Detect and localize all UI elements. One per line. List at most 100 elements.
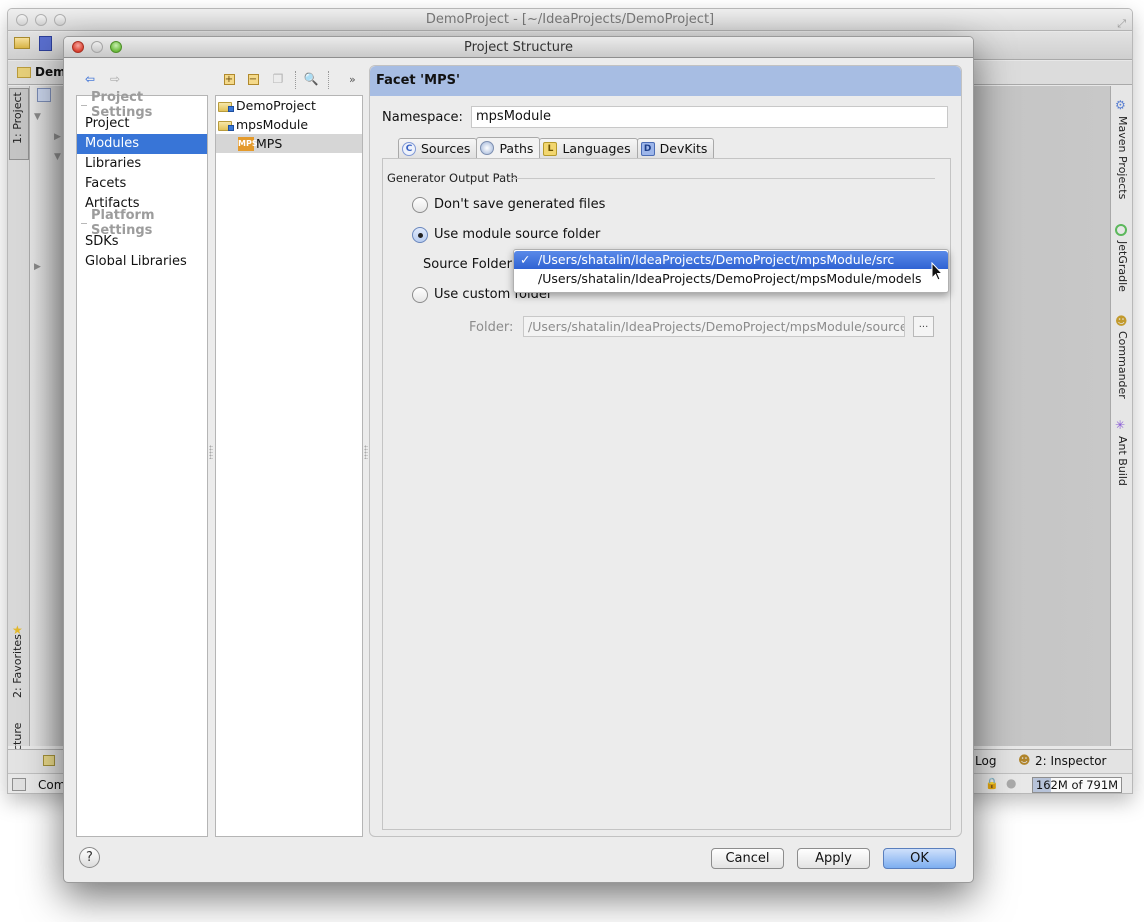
ide-close-button[interactable] (16, 14, 28, 26)
copy-icon[interactable]: ❐ (270, 71, 286, 87)
ide-title-bar: DemoProject - [~/IdeaProjects/DemoProjec… (8, 9, 1132, 31)
splitter[interactable] (207, 95, 215, 837)
tab-sources[interactable]: C Sources (398, 138, 478, 158)
tab-label: DevKits (659, 141, 708, 156)
paths-tab-content: Generator Output Path Don't save generat… (382, 158, 951, 830)
project-settings-header: Project Settings (77, 90, 207, 120)
tab-label: Languages (562, 141, 631, 156)
radio-use-module-source[interactable] (412, 227, 428, 243)
mouse-cursor-icon (931, 262, 944, 281)
toolbar-separator (328, 71, 329, 89)
radio-dont-save[interactable] (412, 197, 428, 213)
apply-button[interactable]: Apply (797, 848, 870, 869)
category-libraries[interactable]: Libraries (77, 154, 207, 174)
tree-item-mps-facet[interactable]: MPS MPS (216, 134, 362, 153)
module-folder-icon (218, 100, 234, 112)
save-icon[interactable] (39, 36, 52, 51)
tool-tab-jetgradle[interactable]: JetGradle (1116, 241, 1129, 292)
remove-icon[interactable]: − (247, 73, 259, 85)
source-folder-dropdown[interactable]: ✓ /Users/shatalin/IdeaProjects/DemoProjec… (513, 249, 949, 293)
browse-button[interactable]: ... (913, 316, 934, 337)
ide-zoom-button[interactable] (54, 14, 66, 26)
more-actions-icon[interactable]: » (349, 73, 356, 86)
facet-header: Facet 'MPS' (370, 66, 961, 96)
toolbar-separator (295, 71, 296, 89)
back-icon[interactable]: ⇦ (82, 71, 98, 87)
project-folder-icon (17, 67, 31, 78)
ide-minimize-button[interactable] (35, 14, 47, 26)
category-global-libraries[interactable]: Global Libraries (77, 252, 207, 272)
tree-item-label: DemoProject (236, 98, 316, 113)
generator-output-path-title: Generator Output Path (387, 171, 518, 185)
tree-collapse-arrow-icon[interactable]: ▶ (54, 132, 61, 142)
dialog-zoom-button[interactable] (110, 41, 122, 53)
paths-icon (480, 141, 495, 155)
category-facets[interactable]: Facets (77, 174, 207, 194)
dialog-minimize-button[interactable] (91, 41, 103, 53)
open-folder-icon[interactable] (14, 37, 30, 49)
custom-folder-input[interactable]: /Users/shatalin/IdeaProjects/DemoProject… (523, 316, 905, 337)
help-button[interactable]: ? (79, 847, 100, 868)
sources-icon: C (402, 141, 416, 156)
facet-tabs: C Sources Paths L Languages D DevKits (398, 137, 715, 158)
project-structure-dialog: Project Structure ⇦ ⇨ + − ❐ 🔍 » Project … (63, 36, 974, 883)
tool-tab-inspector[interactable]: 2: Inspector (1035, 754, 1106, 768)
project-view-icon (37, 88, 51, 102)
category-sdks[interactable]: SDKs (77, 232, 207, 252)
tree-expand-arrow-icon[interactable]: ▼ (54, 152, 61, 162)
tab-languages[interactable]: L Languages (539, 138, 638, 158)
namespace-label: Namespace: (382, 110, 463, 125)
dialog-close-button[interactable] (72, 41, 84, 53)
left-tool-strip: 1: Project 2: Favorites ★ 7: Structure (8, 86, 30, 788)
radio-dont-save-label[interactable]: Don't save generated files (434, 197, 605, 212)
tree-collapse-arrow-icon[interactable]: ▶ (34, 262, 41, 272)
tab-label: Sources (421, 141, 471, 156)
find-icon[interactable]: 🔍 (303, 71, 319, 87)
mps-facet-icon: MPS (238, 136, 258, 151)
cancel-button[interactable]: Cancel (711, 848, 784, 869)
source-folder-option-src[interactable]: ✓ /Users/shatalin/IdeaProjects/DemoProjec… (514, 251, 948, 269)
lock-icon[interactable]: 🔒 (985, 777, 999, 790)
option-label: /Users/shatalin/IdeaProjects/DemoProject… (538, 271, 922, 286)
add-icon[interactable]: + (223, 73, 235, 85)
ide-window-title: DemoProject - [~/IdeaProjects/DemoProjec… (425, 12, 715, 27)
forward-icon[interactable]: ⇨ (107, 71, 123, 87)
right-tool-strip: ⚙ Maven Projects JetGradle ☻ Commander ✳… (1110, 86, 1132, 746)
source-folder-option-models[interactable]: /Users/shatalin/IdeaProjects/DemoProject… (514, 270, 948, 288)
ok-button[interactable]: OK (883, 848, 956, 869)
category-modules[interactable]: Modules (77, 134, 207, 154)
tree-item-label: mpsModule (236, 117, 309, 132)
module-tree: DemoProject mpsModule MPS MPS (215, 95, 363, 837)
tool-tab-project[interactable]: 1: Project (11, 92, 24, 144)
option-label: /Users/shatalin/IdeaProjects/DemoProject… (538, 252, 895, 267)
category-project[interactable]: Project (77, 114, 207, 134)
toggle-tool-windows-icon[interactable] (12, 778, 26, 791)
memory-indicator[interactable]: 162M of 791M (1032, 777, 1122, 793)
todo-icon (43, 755, 55, 766)
tool-tab-commander[interactable]: Commander (1116, 331, 1129, 399)
tab-paths[interactable]: Paths (476, 137, 541, 158)
module-folder-icon (218, 119, 234, 131)
tool-tab-maven-projects[interactable]: Maven Projects (1116, 116, 1129, 199)
namespace-input[interactable]: mpsModule (471, 106, 948, 128)
tool-tab-favorites[interactable]: 2: Favorites (11, 634, 24, 698)
platform-settings-header: Platform Settings (77, 208, 207, 238)
tab-devkits[interactable]: D DevKits (636, 138, 715, 158)
status-text: Com (38, 778, 66, 792)
dialog-title-bar: Project Structure (64, 37, 973, 58)
radio-use-module-source-label[interactable]: Use module source folder (434, 227, 600, 242)
maven-gear-icon: ⚙ (1115, 98, 1126, 112)
devkits-icon: D (640, 141, 655, 156)
jetgradle-icon (1115, 224, 1127, 236)
hector-icon[interactable]: ● (1006, 776, 1016, 790)
tool-tab-ant-build[interactable]: Ant Build (1116, 436, 1129, 486)
facet-panel: Facet 'MPS' Namespace: mpsModule C Sourc… (369, 65, 962, 837)
inspector-icon: ☻ (1018, 753, 1031, 767)
check-icon: ✓ (520, 252, 531, 267)
tree-item-mpsmodule[interactable]: mpsModule (216, 115, 362, 134)
tree-item-demoproject[interactable]: DemoProject (216, 96, 362, 115)
tree-item-label: MPS (256, 136, 283, 151)
radio-use-custom-folder[interactable] (412, 287, 428, 303)
tool-tab-log[interactable]: Log (975, 754, 996, 768)
tree-expand-arrow-icon[interactable]: ▼ (34, 112, 41, 122)
